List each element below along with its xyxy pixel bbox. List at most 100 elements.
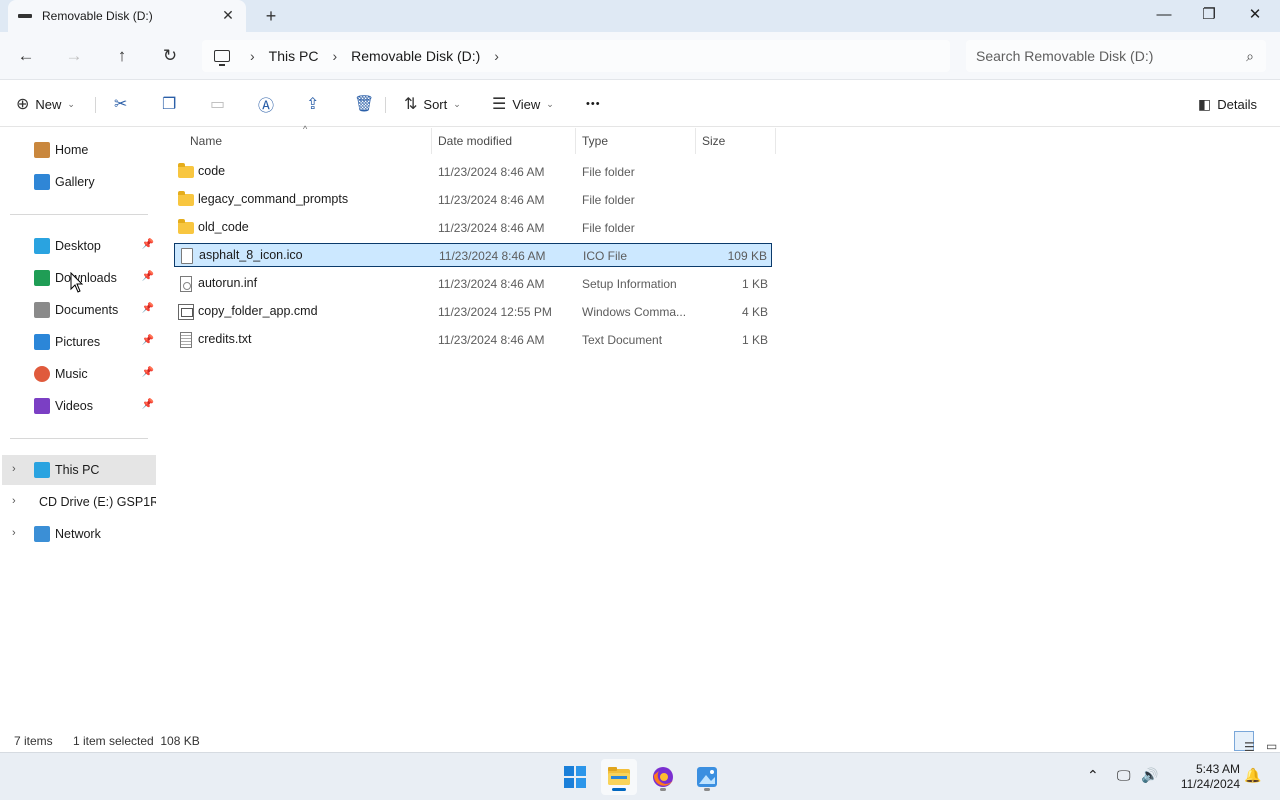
sidebar-item-label: Documents bbox=[55, 303, 119, 317]
file-row-copy-folder-app[interactable]: copy_folder_app.cmd 11/23/2024 12:55 PM … bbox=[174, 300, 772, 324]
pin-icon[interactable]: 📌 bbox=[142, 335, 154, 346]
trash-icon: 🗑 bbox=[354, 96, 375, 113]
taskbar-file-explorer[interactable] bbox=[601, 759, 637, 795]
pin-icon[interactable]: 📌 bbox=[142, 271, 154, 282]
view-button[interactable]: ☰ View ⌄ bbox=[492, 91, 554, 117]
minimize-button[interactable]: — bbox=[1152, 4, 1176, 26]
tab-removable-disk[interactable]: Removable Disk (D:) ✕ bbox=[8, 0, 246, 32]
taskbar-photos[interactable] bbox=[689, 759, 725, 795]
pin-icon[interactable]: 📌 bbox=[142, 239, 154, 250]
share-button[interactable]: ⇪ bbox=[306, 91, 325, 117]
divider bbox=[385, 97, 386, 113]
sidebar-item-network[interactable]: › Network bbox=[2, 519, 156, 549]
file-row-legacy-command-prompts[interactable]: legacy_command_prompts 11/23/2024 8:46 A… bbox=[174, 188, 772, 212]
sidebar-item-desktop[interactable]: Desktop 📌 bbox=[2, 231, 156, 261]
sidebar-item-this-pc[interactable]: › This PC bbox=[2, 455, 156, 485]
file-name: old_code bbox=[198, 220, 249, 234]
pin-icon[interactable]: 📌 bbox=[142, 399, 154, 410]
more-options-button[interactable]: ••• bbox=[586, 91, 601, 117]
sidebar-item-label: Pictures bbox=[55, 335, 101, 349]
pin-icon[interactable]: 📌 bbox=[142, 303, 154, 314]
file-row-credits-txt[interactable]: credits.txt 11/23/2024 8:46 AM Text Docu… bbox=[174, 328, 772, 352]
sidebar-item-pictures[interactable]: Pictures 📌 bbox=[2, 327, 156, 357]
network-status-icon[interactable]: 🖵 bbox=[1117, 767, 1131, 784]
documents-icon bbox=[34, 302, 50, 318]
chevron-right-icon[interactable]: › bbox=[250, 48, 255, 64]
search-input[interactable]: Search Removable Disk (D:) ⌕ bbox=[966, 40, 1266, 72]
cut-button[interactable]: ✂ bbox=[114, 91, 133, 117]
sidebar-item-gallery[interactable]: Gallery bbox=[2, 167, 156, 197]
column-header-type[interactable]: Type bbox=[576, 128, 696, 154]
close-window-button[interactable]: ✕ bbox=[1243, 4, 1267, 26]
start-button[interactable] bbox=[557, 759, 593, 795]
item-count: 7 items bbox=[14, 734, 53, 748]
sidebar-item-label: Desktop bbox=[55, 239, 101, 253]
tab-close-icon[interactable]: ✕ bbox=[220, 7, 236, 23]
chevron-down-icon: ⌄ bbox=[453, 98, 461, 109]
share-icon: ⇪ bbox=[306, 96, 320, 113]
taskbar-firefox[interactable] bbox=[645, 759, 681, 795]
file-row-old-code[interactable]: old_code 11/23/2024 8:46 AM File folder bbox=[174, 216, 772, 240]
this-pc-icon bbox=[34, 462, 50, 478]
sidebar-item-documents[interactable]: Documents 📌 bbox=[2, 295, 156, 325]
system-clock[interactable]: 5:43 AM 11/24/2024 bbox=[1170, 762, 1240, 792]
file-row-code[interactable]: code 11/23/2024 8:46 AM File folder bbox=[174, 160, 772, 184]
details-pane-button[interactable]: ◧ Details bbox=[1198, 91, 1257, 117]
clock-date: 11/24/2024 bbox=[1180, 777, 1240, 791]
new-tab-button[interactable]: + bbox=[262, 6, 280, 26]
breadcrumb-this-pc[interactable]: This PC bbox=[269, 48, 319, 64]
file-type: ICO File bbox=[583, 249, 628, 263]
notification-bell-icon[interactable]: 🔔 bbox=[1244, 767, 1261, 784]
file-icon bbox=[181, 248, 193, 264]
sidebar-item-cd-drive[interactable]: › CD Drive (E:) GSP1R bbox=[2, 487, 156, 517]
chevron-right-icon[interactable]: › bbox=[332, 48, 337, 64]
rename-button[interactable]: Ⓐ bbox=[258, 91, 280, 117]
pin-icon[interactable]: 📌 bbox=[142, 367, 154, 378]
details-view-button[interactable]: ☰ bbox=[1234, 731, 1255, 754]
details-label: Details bbox=[1217, 96, 1257, 112]
new-button[interactable]: ⊕ New ⌄ bbox=[16, 91, 75, 117]
refresh-button[interactable]: ↻ bbox=[158, 44, 182, 68]
new-label: New bbox=[35, 96, 62, 112]
sidebar-item-videos[interactable]: Videos 📌 bbox=[2, 391, 156, 421]
chevron-up-icon[interactable]: ⌃ bbox=[1087, 767, 1099, 784]
windows-logo-icon bbox=[564, 766, 586, 788]
search-icon: ⌕ bbox=[1246, 48, 1254, 64]
running-indicator bbox=[660, 788, 666, 791]
forward-button[interactable]: → bbox=[62, 44, 86, 68]
tiles-view-button[interactable]: ▭ bbox=[1256, 731, 1277, 753]
address-bar[interactable]: › This PC › Removable Disk (D:) › bbox=[202, 40, 950, 72]
volume-icon[interactable]: 🔊 bbox=[1141, 767, 1158, 784]
clock-time: 5:43 AM bbox=[1195, 762, 1240, 776]
file-size: 1 KB bbox=[741, 277, 768, 291]
search-placeholder: Search Removable Disk (D:) bbox=[976, 48, 1154, 64]
chevron-right-icon[interactable]: › bbox=[12, 463, 16, 475]
file-size: 1 KB bbox=[741, 333, 768, 347]
back-button[interactable]: ← bbox=[14, 44, 38, 68]
file-name: credits.txt bbox=[198, 332, 252, 346]
chevron-right-icon[interactable]: › bbox=[12, 527, 16, 539]
sidebar-item-home[interactable]: Home bbox=[2, 135, 156, 165]
column-header-size[interactable]: Size bbox=[696, 128, 776, 154]
file-row-autorun-inf[interactable]: autorun.inf 11/23/2024 8:46 AM Setup Inf… bbox=[174, 272, 772, 296]
file-size: 4 KB bbox=[741, 305, 768, 319]
column-header-date-modified[interactable]: Date modified bbox=[432, 128, 576, 154]
breadcrumb-removable-disk[interactable]: Removable Disk (D:) bbox=[351, 48, 480, 64]
plus-circle-icon: ⊕ bbox=[16, 96, 30, 113]
file-name: asphalt_8_icon.ico bbox=[199, 248, 303, 262]
paste-button[interactable]: ▭ bbox=[210, 91, 231, 117]
file-row-asphalt-8-icon[interactable]: asphalt_8_icon.ico 11/23/2024 8:46 AM IC… bbox=[174, 243, 772, 267]
chevron-right-icon[interactable]: › bbox=[494, 48, 499, 64]
arrow-up-icon: ↑ bbox=[117, 46, 127, 65]
copy-button[interactable]: ❐ bbox=[162, 91, 182, 117]
column-header-name[interactable]: Name bbox=[184, 128, 432, 154]
up-button[interactable]: ↑ bbox=[110, 44, 134, 68]
sort-button[interactable]: ⇅ Sort ⌄ bbox=[404, 91, 461, 117]
sidebar-item-music[interactable]: Music 📌 bbox=[2, 359, 156, 389]
chevron-right-icon[interactable]: › bbox=[12, 495, 16, 507]
maximize-button[interactable]: ❐ bbox=[1197, 4, 1221, 26]
details-pane-icon: ◧ bbox=[1198, 95, 1212, 112]
delete-button[interactable]: 🗑 bbox=[354, 91, 380, 117]
navigation-pane: Home Gallery Desktop 📌 Downloads 📌 Docum… bbox=[0, 128, 160, 728]
paste-icon: ▭ bbox=[210, 96, 226, 113]
